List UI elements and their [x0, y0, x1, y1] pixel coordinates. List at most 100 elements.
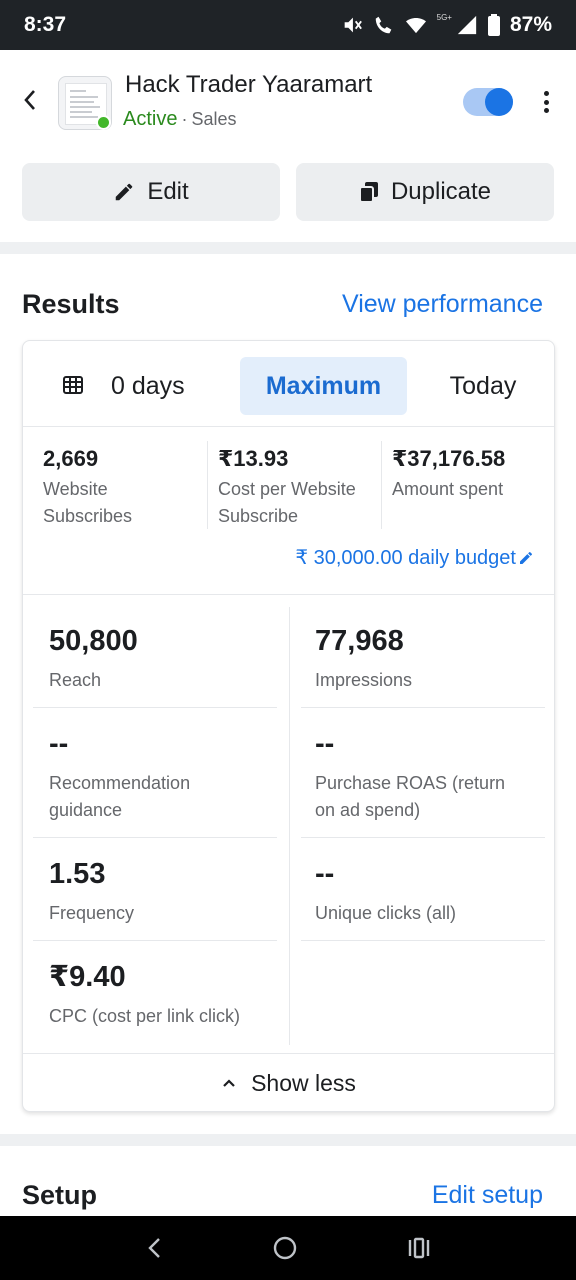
- back-arrow-icon: [24, 90, 35, 110]
- edit-label: Edit: [147, 178, 189, 205]
- summary-cost-per-subscribe: ₹13.93 Cost per Website Subscribe: [218, 444, 356, 530]
- metric-impressions: 77,968 Impressions: [315, 621, 554, 694]
- summary-value: 2,669: [43, 446, 99, 471]
- metric-value: --: [315, 858, 335, 890]
- metric-frequency: 1.53 Frequency: [49, 854, 293, 927]
- summary-label: Cost per Website: [218, 479, 356, 499]
- metric-label: CPC (cost per link click): [49, 1006, 241, 1026]
- metric-divider: [301, 940, 545, 941]
- status-bar: 8:37 5G+ 87%: [0, 0, 576, 50]
- metric-value: --: [315, 728, 335, 760]
- system-nav-bar: [0, 1216, 576, 1280]
- metric-divider: [301, 837, 545, 838]
- results-card: 0 days Maximum Today 2,669 Website Subsc…: [22, 340, 555, 1112]
- view-performance-link[interactable]: View performance: [342, 290, 543, 319]
- show-less-label: Show less: [251, 1069, 356, 1096]
- setup-title: Setup: [22, 1180, 98, 1210]
- metric-divider: [33, 707, 277, 708]
- more-dot-icon: [543, 99, 549, 105]
- metric-divider: [33, 940, 277, 941]
- wifi-call-icon: [373, 14, 395, 36]
- summary-label: Subscribes: [43, 506, 133, 526]
- metric-divider: [301, 707, 545, 708]
- metric-label: Impressions: [315, 670, 413, 690]
- metric-label: Purchase ROAS (return on ad spend): [315, 770, 554, 824]
- summary-label: Website: [43, 479, 108, 499]
- metric-cpc: ₹9.40 CPC (cost per link click): [49, 957, 293, 1030]
- metric-label: Frequency: [49, 903, 135, 923]
- metric-reach: 50,800 Reach: [49, 621, 293, 694]
- metric-label-line: Purchase ROAS (return: [315, 773, 506, 793]
- summary-amount-spent: ₹37,176.58 Amount spent: [392, 444, 505, 503]
- ad-subtitle: Active · Sales: [123, 108, 237, 131]
- nav-recents-button[interactable]: [407, 1237, 431, 1259]
- edit-button[interactable]: Edit: [22, 163, 280, 221]
- range-option-days[interactable]: 0 days: [111, 357, 231, 415]
- more-dot-icon: [543, 108, 549, 113]
- metric-label-line: guidance: [49, 800, 123, 820]
- metric-label-line: Recommendation: [49, 773, 191, 793]
- summary-value: ₹37,176.58: [392, 446, 506, 471]
- metric-label: Unique clicks (all): [315, 903, 457, 923]
- summary-divider: [381, 441, 382, 529]
- network-label: 5G+: [436, 12, 452, 22]
- results-title: Results: [22, 289, 120, 319]
- status-label: Active: [123, 108, 178, 130]
- budget-label: ₹ 30,000.00 daily budget: [295, 547, 516, 569]
- nav-home-button[interactable]: [272, 1235, 298, 1261]
- metric-value: 1.53: [49, 858, 106, 890]
- metric-label-line: on ad spend): [315, 800, 421, 820]
- nav-home-icon: [273, 1236, 297, 1260]
- nav-recents-icon: [409, 1237, 430, 1259]
- more-dot-icon: [543, 91, 549, 96]
- metric-label: Recommendation guidance: [49, 770, 293, 824]
- duplicate-button[interactable]: Duplicate: [296, 163, 554, 221]
- metrics-divider: [23, 594, 554, 595]
- range-option-today[interactable]: Today: [433, 357, 533, 415]
- ad-title: Hack Trader Yaaramart: [125, 71, 373, 98]
- more-options-button[interactable]: [536, 88, 556, 116]
- pencil-icon: [116, 183, 133, 201]
- section-divider: [0, 1134, 576, 1146]
- objective-label: Sales: [191, 109, 237, 129]
- status-icons: 5G+ 87%: [341, 13, 552, 37]
- summary-label: Subscribe: [218, 506, 299, 526]
- duplicate-icon: [358, 182, 378, 203]
- nav-back-icon: [147, 1238, 160, 1258]
- active-status-dot: [96, 115, 111, 130]
- back-button[interactable]: [16, 86, 44, 114]
- date-range-selector: 0 days Maximum Today: [23, 341, 554, 427]
- metric-purchase-roas: -- Purchase ROAS (return on ad spend): [315, 724, 554, 824]
- subtitle-separator: ·: [181, 109, 188, 129]
- mute-icon: [341, 14, 363, 36]
- calendar-icon[interactable]: [63, 376, 83, 399]
- metric-unique-clicks: -- Unique clicks (all): [315, 854, 554, 927]
- summary-label: Amount spent: [392, 479, 504, 499]
- status-time: 8:37: [24, 13, 67, 36]
- summary-website-subscribes: 2,669 Website Subscribes: [43, 444, 132, 530]
- metric-value: --: [49, 728, 69, 760]
- section-divider: [0, 242, 576, 254]
- summary-value: ₹13.93: [218, 446, 289, 471]
- metric-label: Reach: [49, 670, 102, 690]
- metric-divider: [33, 837, 277, 838]
- daily-budget-link[interactable]: ₹ 30,000.00 daily budget: [295, 545, 534, 570]
- nav-back-button[interactable]: [145, 1236, 163, 1260]
- range-option-maximum[interactable]: Maximum: [240, 357, 407, 415]
- show-less-button[interactable]: Show less: [23, 1054, 554, 1111]
- chevron-up-icon: [223, 1079, 235, 1087]
- battery-icon: [487, 14, 500, 36]
- edit-budget-icon: [520, 551, 533, 564]
- metric-value: 50,800: [49, 625, 138, 657]
- metric-value: 77,968: [315, 625, 404, 657]
- battery-percent: 87%: [509, 13, 552, 36]
- toggle-knob: [485, 88, 513, 116]
- duplicate-label: Duplicate: [390, 178, 492, 205]
- active-toggle[interactable]: [463, 88, 513, 116]
- edit-setup-link[interactable]: Edit setup: [432, 1181, 543, 1210]
- metric-recommendation-guidance: -- Recommendation guidance: [49, 724, 293, 824]
- wifi-icon: [405, 15, 427, 35]
- signal-icon: [456, 14, 478, 36]
- metric-value: ₹9.40: [49, 961, 126, 993]
- summary-divider: [207, 441, 208, 529]
